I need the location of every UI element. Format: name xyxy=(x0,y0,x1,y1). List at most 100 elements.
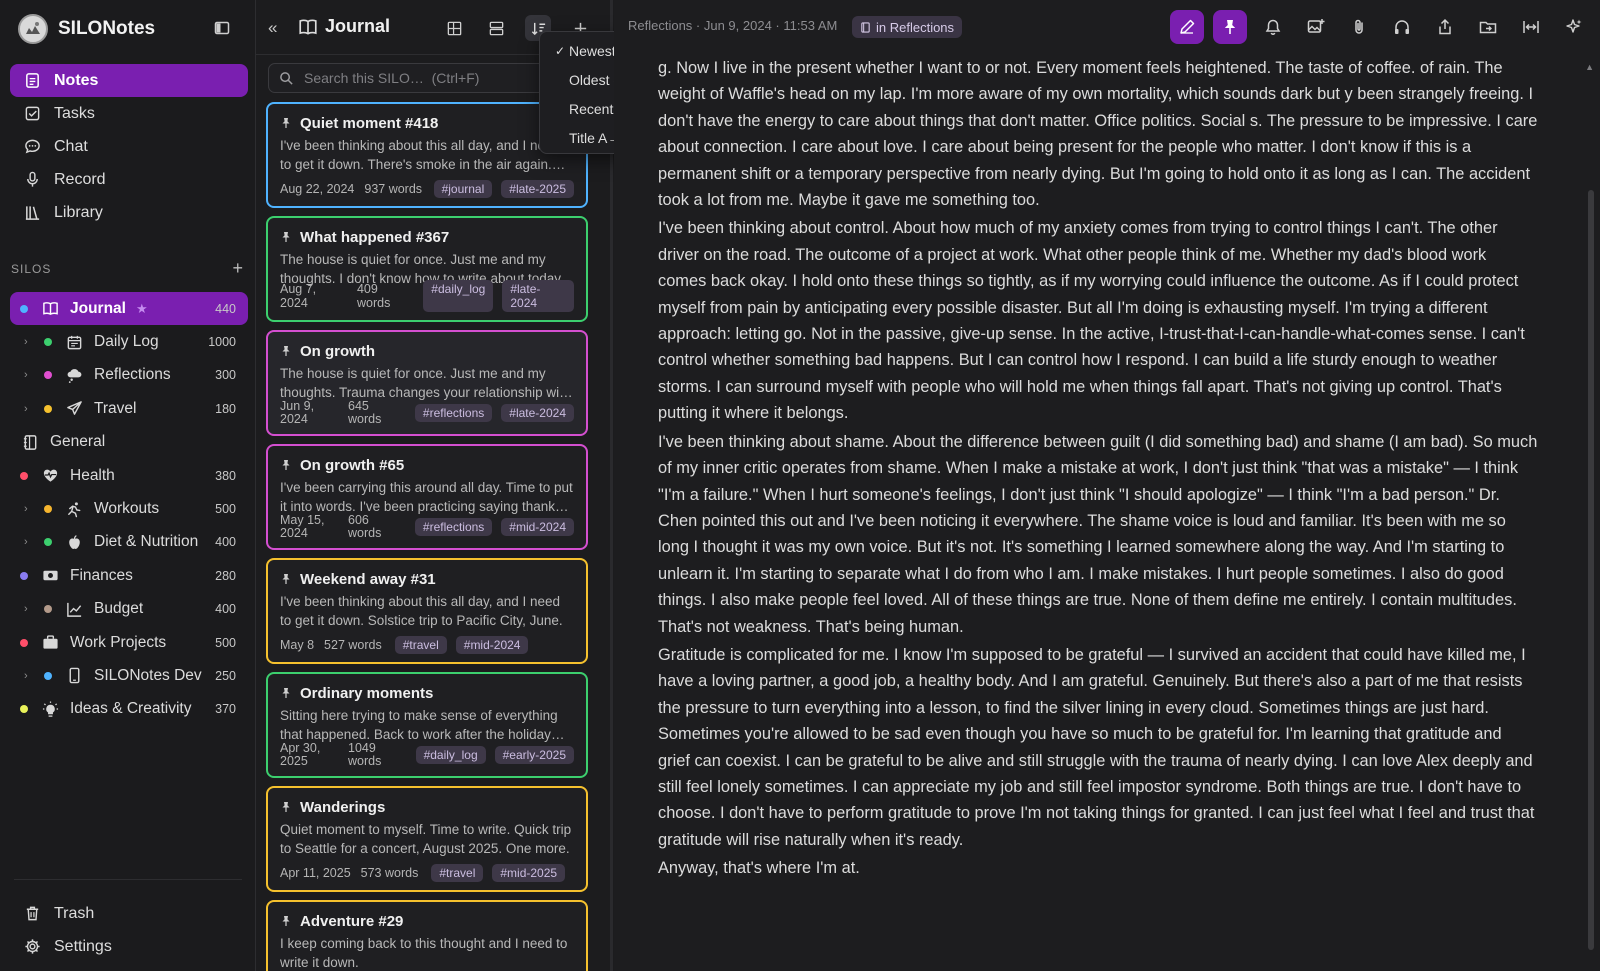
tag-chip[interactable]: #mid-2024 xyxy=(501,518,574,536)
add-image-button[interactable] xyxy=(1299,10,1333,44)
tag-chip[interactable]: #daily_log xyxy=(423,280,494,312)
tag-chip[interactable]: #reflections xyxy=(414,518,493,536)
note-card-title-row: Wanderings xyxy=(280,798,574,816)
note-card-meta: Apr 11, 2025 573 words #travel #mid-2025 xyxy=(280,864,574,882)
tag-chip[interactable]: #late-2024 xyxy=(502,280,575,312)
note-body[interactable]: g. Now I live in the present whether I w… xyxy=(658,54,1538,971)
note-card-words: 527 words xyxy=(324,638,382,652)
chevron-right-icon[interactable]: › xyxy=(24,536,34,548)
silo-item-work-projects[interactable]: Work Projects 500 xyxy=(10,626,248,659)
chevron-right-icon[interactable]: › xyxy=(24,670,34,682)
silo-color-dot xyxy=(44,671,52,680)
scroll-up-arrow-icon[interactable]: ▲ xyxy=(1585,62,1594,72)
nav-item-tasks[interactable]: Tasks xyxy=(10,97,248,130)
silo-count: 370 xyxy=(215,702,236,717)
silo-item-daily-log[interactable]: › Daily Log 1000 xyxy=(10,325,248,358)
move-folder-button[interactable] xyxy=(1471,10,1505,44)
silo-count: 500 xyxy=(215,502,236,517)
note-card-tags: #journal #late-2025 xyxy=(425,180,574,198)
tag-chip[interactable]: #late-2025 xyxy=(501,180,574,198)
silo-item-ideas-creativity[interactable]: Ideas & Creativity 370 xyxy=(10,693,248,726)
lightbulb-icon xyxy=(40,699,60,719)
editor-header: Reflections · Jun 9, 2024 · 11:53 AM in … xyxy=(614,0,1600,55)
nav-item-notes[interactable]: Notes xyxy=(10,64,248,97)
silo-item-journal[interactable]: Journal ★ 440 xyxy=(10,292,248,326)
chevron-right-icon[interactable]: › xyxy=(24,369,34,381)
tag-chip[interactable]: #travel xyxy=(431,864,484,882)
grid-view-button[interactable] xyxy=(441,15,467,41)
silo-list: Journal ★ 440 › Daily Log 1000 › Reflect… xyxy=(10,292,248,726)
sparkle-icon xyxy=(1566,19,1582,33)
nav-item-settings[interactable]: Settings xyxy=(10,930,248,963)
expand-width-button[interactable] xyxy=(1514,10,1548,44)
reminder-button[interactable] xyxy=(1256,10,1290,44)
silo-item-silonotes-dev[interactable]: › SILONotes Dev 250 xyxy=(10,659,248,692)
note-card[interactable]: Wanderings Quiet moment to myself. Time … xyxy=(266,786,588,892)
silo-item-reflections[interactable]: › Reflections 300 xyxy=(10,359,248,392)
nav-label: Chat xyxy=(54,137,88,155)
note-card-excerpt: I've been thinking about this all day, a… xyxy=(280,594,563,628)
audio-button[interactable] xyxy=(1385,10,1419,44)
silos-header: SILOS + xyxy=(11,258,243,279)
silo-label: Workouts xyxy=(94,500,160,518)
share-button[interactable] xyxy=(1428,10,1462,44)
chevron-right-icon[interactable]: › xyxy=(24,336,34,348)
note-card-meta: Aug 22, 2024 937 words #journal #late-20… xyxy=(280,180,574,198)
note-card[interactable]: What happened #367 The house is quiet fo… xyxy=(266,216,588,322)
brand[interactable]: SILONotes xyxy=(18,12,155,46)
note-card[interactable]: Weekend away #31 I've been thinking abou… xyxy=(266,558,588,664)
list-title: Journal xyxy=(325,16,391,36)
tag-chip[interactable]: #journal xyxy=(433,180,493,198)
tag-chip[interactable]: #travel xyxy=(394,636,447,654)
nav-item-trash[interactable]: Trash xyxy=(10,897,248,930)
collapse-list-button[interactable]: « xyxy=(268,18,277,38)
sidebar-toggle-icon[interactable] xyxy=(213,19,231,37)
chevron-right-icon[interactable]: › xyxy=(24,603,34,615)
tag-chip[interactable]: #daily_log xyxy=(415,746,486,764)
silo-item-finances[interactable]: Finances 280 xyxy=(10,559,248,592)
note-card[interactable]: Adventure #29 I keep coming back to this… xyxy=(266,900,588,971)
attach-button[interactable] xyxy=(1342,10,1376,44)
silo-item-health[interactable]: Health 380 xyxy=(10,459,248,492)
silo-item-general[interactable]: General xyxy=(10,426,248,459)
note-card-tags: #reflections #mid-2024 xyxy=(406,518,574,536)
silo-item-budget[interactable]: › Budget 400 xyxy=(10,593,248,626)
tag-chip[interactable]: #late-2024 xyxy=(501,404,574,422)
ai-assist-button[interactable] xyxy=(1557,10,1591,44)
note-card-excerpt: The house is quiet for once. Just me and… xyxy=(280,366,571,400)
add-silo-button[interactable]: + xyxy=(232,258,243,279)
editor-scrollbar[interactable] xyxy=(1588,190,1594,950)
silo-label: Diet & Nutrition xyxy=(94,533,199,551)
tag-chip[interactable]: #reflections xyxy=(414,404,493,422)
silo-count: 380 xyxy=(215,468,236,483)
chevron-right-icon[interactable]: › xyxy=(24,403,34,415)
silo-label: Health xyxy=(70,466,115,484)
silo-chip[interactable]: in Reflections xyxy=(852,16,963,38)
list-view-icon xyxy=(489,21,503,35)
pin-button[interactable] xyxy=(1213,10,1247,44)
note-card-meta: May 8 527 words #travel #mid-2024 xyxy=(280,636,574,654)
app-logo xyxy=(18,14,48,44)
tag-chip[interactable]: #mid-2024 xyxy=(455,636,529,654)
tag-chip[interactable]: #mid-2025 xyxy=(492,864,566,882)
list-view-button[interactable] xyxy=(483,15,509,41)
note-card-selected[interactable]: On growth The house is quiet for once. J… xyxy=(266,330,588,436)
tag-chip[interactable]: #early-2025 xyxy=(494,746,574,764)
silo-color-dot xyxy=(44,538,52,547)
silo-color-dot xyxy=(20,471,28,480)
favorite-star-icon[interactable]: ★ xyxy=(136,301,148,317)
note-card[interactable]: On growth #65 I've been carrying this ar… xyxy=(266,444,588,550)
folder-move-icon xyxy=(1479,21,1497,34)
chevron-right-icon[interactable]: › xyxy=(24,503,34,515)
silo-item-travel[interactable]: › Travel 180 xyxy=(10,392,248,425)
note-card[interactable]: Ordinary moments Sitting here trying to … xyxy=(266,672,588,778)
edit-button[interactable] xyxy=(1170,10,1204,44)
note-card-tags: #daily_log #early-2025 xyxy=(407,746,574,764)
note-card-title: Weekend away #31 xyxy=(300,570,436,588)
nav-item-record[interactable]: Record xyxy=(10,163,248,196)
nav-item-library[interactable]: Library xyxy=(10,196,248,229)
silo-item-workouts[interactable]: › Workouts 500 xyxy=(10,492,248,525)
silo-item-diet-nutrition[interactable]: › Diet & Nutrition 400 xyxy=(10,526,248,559)
share-icon xyxy=(1439,18,1451,35)
nav-item-chat[interactable]: Chat xyxy=(10,130,248,163)
